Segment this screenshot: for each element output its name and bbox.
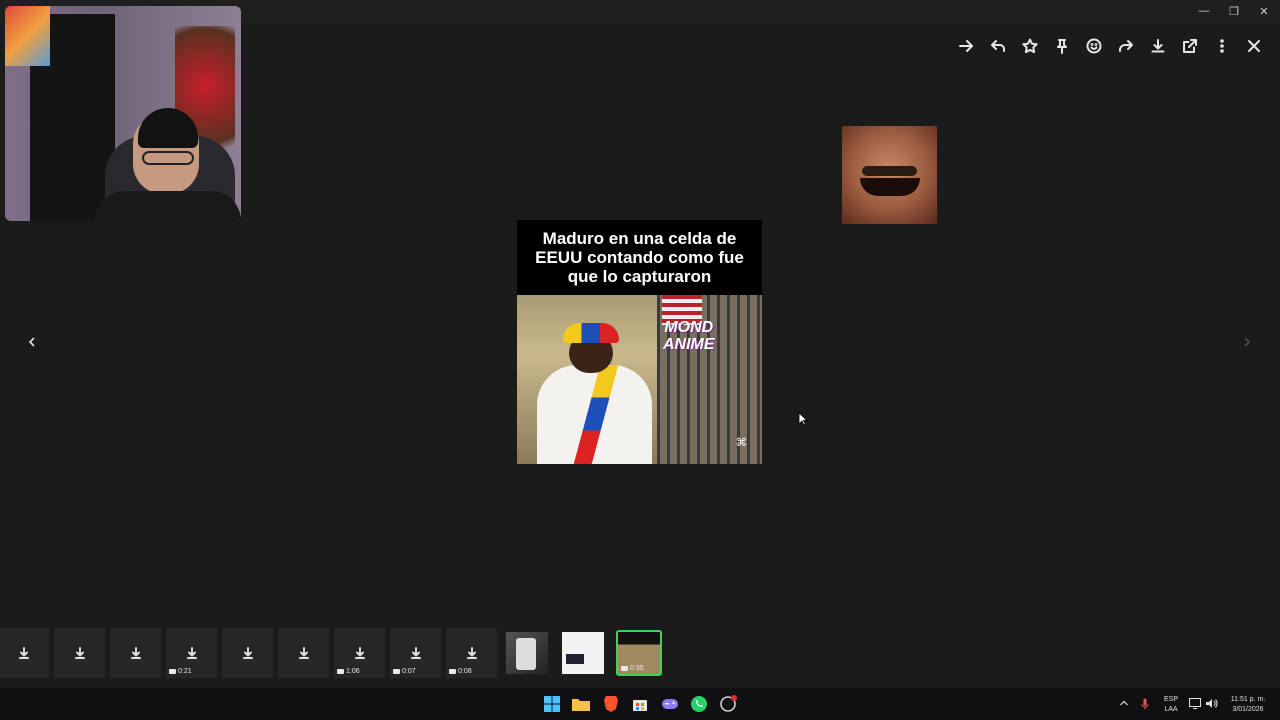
video-icon — [337, 669, 344, 674]
language-code: ESP — [1163, 696, 1178, 703]
volume-icon[interactable] — [1205, 698, 1218, 709]
download-icon[interactable] — [1146, 34, 1170, 58]
media-viewer[interactable]: Maduro en una celda de EEUU contando com… — [517, 220, 762, 464]
forward-icon[interactable] — [954, 34, 978, 58]
reply-icon[interactable] — [986, 34, 1010, 58]
thumb-image-subject — [516, 638, 536, 670]
media-caption: Maduro en una celda de EEUU contando com… — [535, 229, 744, 286]
emoji-icon[interactable] — [1082, 34, 1106, 58]
start-button[interactable] — [541, 693, 563, 715]
restore-button[interactable]: ❐ — [1218, 0, 1250, 22]
thumb-download-3[interactable] — [110, 628, 161, 678]
other-app-button[interactable] — [717, 693, 739, 715]
duration-label: 0:35 — [630, 665, 644, 672]
video-icon — [393, 669, 400, 674]
network-icon[interactable] — [1189, 698, 1201, 709]
brave-browser-button[interactable] — [600, 693, 622, 715]
thumb-download-1[interactable] — [0, 628, 49, 678]
store-bag-icon — [633, 700, 647, 711]
video-duration-badge: 0:07 — [393, 668, 416, 675]
download-icon — [298, 647, 309, 659]
whatsapp-icon — [691, 696, 707, 712]
thumb-download-6[interactable] — [278, 628, 329, 678]
duration-label: 1:06 — [346, 668, 360, 675]
next-media-button[interactable] — [1233, 328, 1261, 356]
thumb-video-selected[interactable]: 0:35 — [616, 630, 662, 676]
video-duration-badge: 0:21 — [169, 668, 192, 675]
webcam-overlay — [5, 6, 241, 221]
pin-icon[interactable] — [1050, 34, 1074, 58]
video-icon — [621, 666, 628, 671]
microphone-icon[interactable] — [1141, 698, 1149, 710]
app-circle-icon — [720, 695, 737, 712]
star-icon[interactable] — [1018, 34, 1042, 58]
capcut-logo-icon: ⌘ — [736, 437, 747, 449]
download-icon — [130, 647, 141, 659]
duration-label: 0:07 — [402, 668, 416, 675]
chevron-right-icon — [1244, 337, 1250, 347]
watermark-line1: MOND — [664, 319, 714, 336]
download-icon — [18, 647, 29, 659]
share-icon[interactable] — [1114, 34, 1138, 58]
duration-label: 0:08 — [458, 668, 472, 675]
close-icon[interactable] — [1242, 34, 1266, 58]
thumb-download-2[interactable] — [54, 628, 105, 678]
media-video-frame: MOND ANIME ⌘ — [517, 295, 762, 464]
thumb-image-2[interactable] — [562, 632, 604, 674]
poster-shape — [5, 6, 50, 66]
video-duration-badge: 0:35 — [621, 665, 644, 672]
windows-logo-icon — [544, 696, 560, 712]
shirt-shape — [95, 191, 241, 221]
duration-label: 0:21 — [178, 668, 192, 675]
download-icon — [410, 647, 421, 659]
cap-shape — [563, 323, 619, 343]
mouse-cursor-icon — [798, 412, 808, 426]
download-icon — [74, 647, 85, 659]
sticker-mouth — [860, 178, 920, 196]
more-icon[interactable] — [1210, 34, 1234, 58]
gamepad-icon — [662, 699, 678, 709]
open-external-icon[interactable] — [1178, 34, 1202, 58]
download-icon — [186, 647, 197, 659]
keyboard-layout-code: LAA — [1164, 706, 1178, 713]
thumb-download-5[interactable] — [222, 628, 273, 678]
clock-date: 3/01/2026 — [1232, 706, 1264, 713]
thumb-image-1[interactable] — [506, 632, 548, 674]
download-icon — [466, 647, 477, 659]
window-close-button[interactable]: ✕ — [1248, 0, 1280, 22]
clock[interactable]: 11:51 p. m. 3/01/2026 — [1222, 695, 1274, 715]
microsoft-store-button[interactable] — [629, 693, 651, 715]
download-icon — [354, 647, 365, 659]
folder-icon — [572, 699, 590, 711]
language-indicator[interactable]: ESP LAA — [1160, 695, 1182, 715]
watermark-line2: ANIME — [663, 336, 715, 353]
thumb-image-content — [566, 654, 584, 664]
sticker-mustache — [862, 166, 917, 176]
file-explorer-button[interactable] — [570, 693, 592, 715]
video-duration-badge: 1:06 — [337, 668, 360, 675]
minimize-button[interactable]: — — [1188, 0, 1220, 22]
previous-media-button[interactable] — [18, 328, 46, 356]
clock-time: 11:51 p. m. — [1230, 696, 1266, 703]
glasses-shape — [142, 151, 194, 165]
video-icon — [449, 669, 456, 674]
download-icon — [242, 647, 253, 659]
laughing-face-sticker — [842, 126, 937, 224]
watermark-logo: MOND ANIME — [663, 319, 715, 353]
chevron-left-icon — [28, 337, 35, 347]
whatsapp-button[interactable] — [688, 693, 710, 715]
video-icon — [169, 669, 176, 674]
brave-lion-icon — [604, 696, 618, 712]
video-duration-badge: 0:08 — [449, 668, 472, 675]
game-app-button[interactable] — [659, 693, 681, 715]
chevron-up-icon[interactable] — [1119, 699, 1129, 707]
